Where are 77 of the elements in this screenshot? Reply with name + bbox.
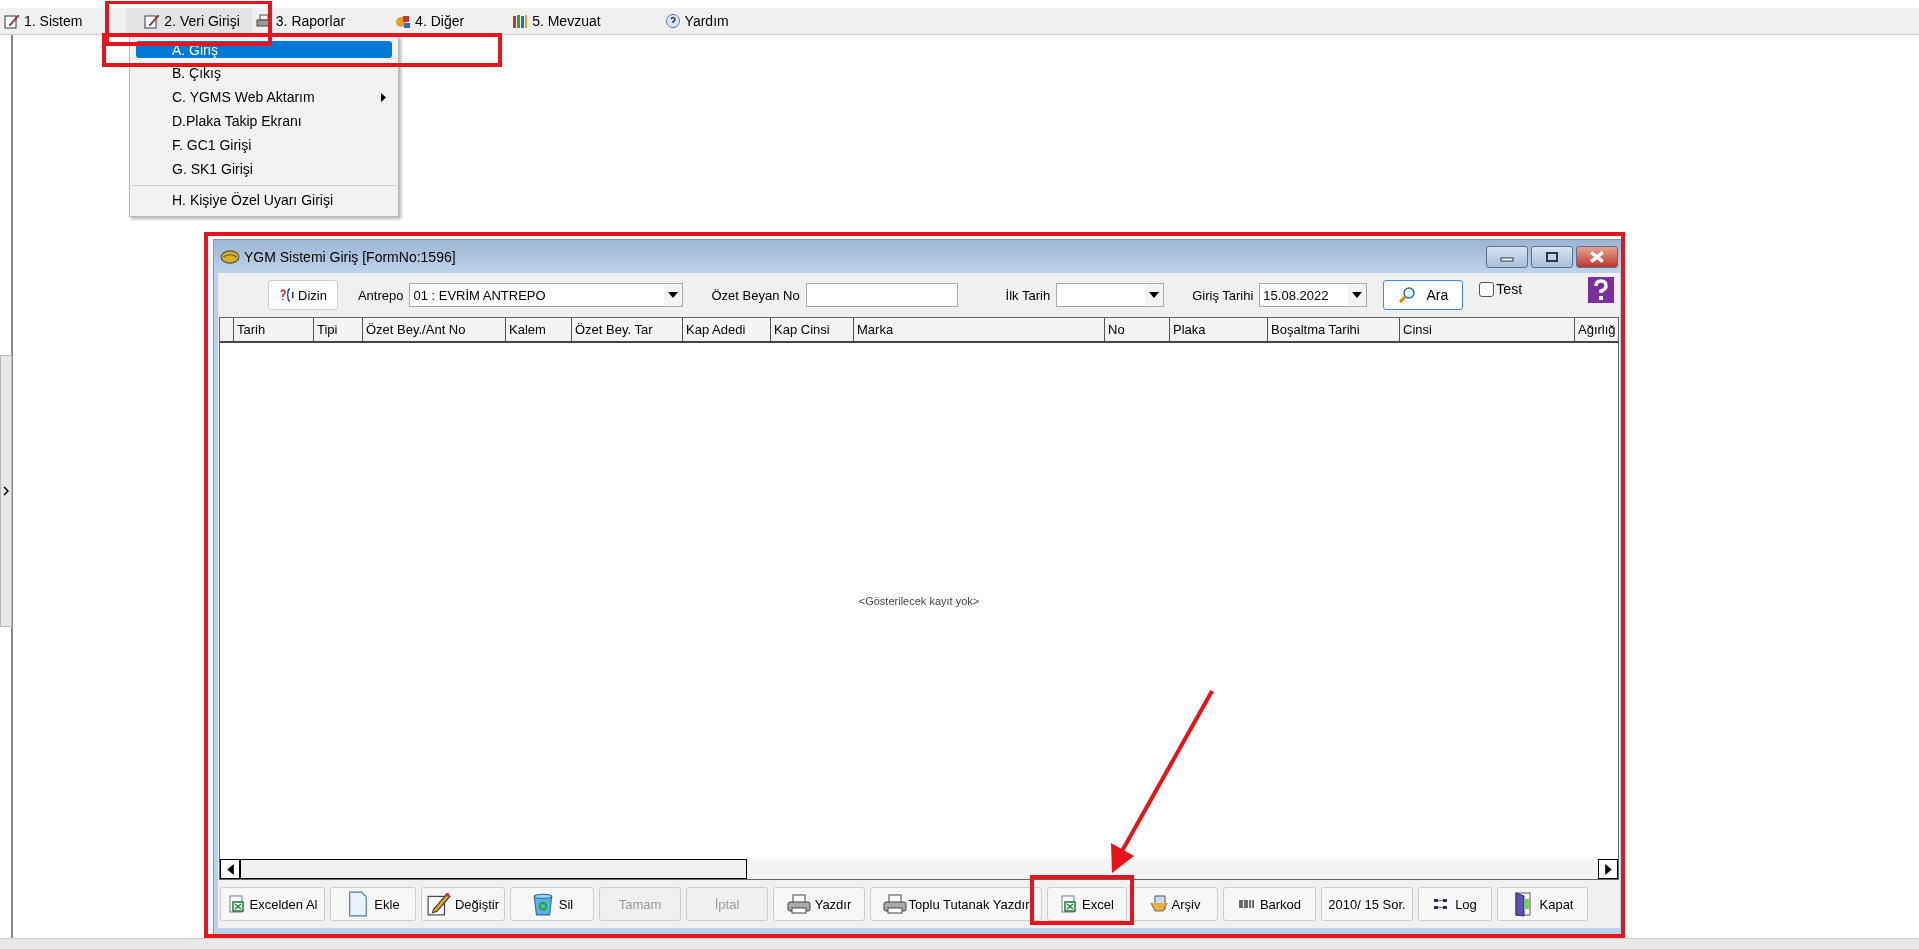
toolbar-button[interactable]: Değiştir xyxy=(421,887,505,921)
toolbar-button[interactable]: Arşiv xyxy=(1132,887,1218,921)
menu-item[interactable]: 3. Raporlar xyxy=(251,8,396,34)
test-checkbox[interactable]: Test xyxy=(1479,281,1523,297)
column-header[interactable]: Kap Cinsi xyxy=(771,318,854,341)
menu-item[interactable]: 4. Diğer xyxy=(395,8,509,34)
empty-message: <Gösterilecek kayıt yok> xyxy=(858,595,980,607)
printer-icon xyxy=(786,891,811,917)
scroll-left-icon xyxy=(226,863,234,875)
horizontal-scrollbar[interactable] xyxy=(220,859,1618,879)
menu-option[interactable]: F. GC1 Girişi xyxy=(132,133,396,157)
toolbar-button[interactable]: Excelden Al xyxy=(220,887,325,921)
close-button[interactable] xyxy=(1576,245,1618,268)
pencil-icon xyxy=(4,13,20,29)
scroll-right-icon xyxy=(1604,863,1612,875)
column-header[interactable]: Kalem xyxy=(506,318,572,341)
column-header[interactable]: Plaka xyxy=(1170,318,1268,341)
pencil-icon xyxy=(426,891,451,917)
field-label: İlk Tarih xyxy=(1005,287,1051,303)
close-icon xyxy=(1590,250,1604,263)
toolbar-button[interactable]: 2010/ 15 Sor. xyxy=(1321,887,1413,921)
toolbar-button[interactable]: Barkod xyxy=(1223,887,1316,921)
toolbar-button[interactable]: Excel xyxy=(1047,887,1127,921)
column-header[interactable]: No xyxy=(1105,318,1170,341)
menu-option[interactable]: B. Çıkış xyxy=(132,61,396,85)
menu-option[interactable]: H. Kişiye Özel Uyarı Girişi xyxy=(132,185,396,212)
menu-item[interactable]: 2. Veri Girişi xyxy=(126,8,252,34)
warehouse-dropdown[interactable]: 01 : EVRİM ANTREPO xyxy=(409,283,684,307)
toolbar-button[interactable]: Ekle xyxy=(330,887,416,921)
menu-item[interactable]: 1. Sistem xyxy=(0,8,111,34)
column-header[interactable]: Kap Adedi xyxy=(683,318,771,341)
column-header[interactable]: Cinsi xyxy=(1400,318,1575,341)
menu-item[interactable]: Yardım xyxy=(660,8,739,34)
maximize-icon xyxy=(1546,251,1558,262)
column-header[interactable]: Özet Bey./Ant No xyxy=(363,318,506,341)
menu-item[interactable]: 5. Mevzuat xyxy=(508,8,661,34)
toolbar-button[interactable]: Sil xyxy=(510,887,594,921)
field-label: Antrepo xyxy=(357,287,404,303)
summary-number-field[interactable] xyxy=(805,283,958,307)
dropdown-arrow-icon xyxy=(1352,292,1363,298)
column-header[interactable]: Tipi xyxy=(314,318,363,341)
printer-icon xyxy=(882,891,907,917)
toolbar-button[interactable]: Log xyxy=(1418,887,1492,921)
spreadsheet-icon xyxy=(1060,895,1079,913)
menu-option[interactable]: C. YGMS Web Aktarım xyxy=(132,85,396,109)
archive-icon xyxy=(1149,895,1168,913)
pencil-icon xyxy=(144,13,161,29)
window-title: YGM Sistemi Giriş [FormNo:1596] xyxy=(244,248,456,265)
question-brace-icon xyxy=(279,288,295,302)
maximize-button[interactable] xyxy=(1531,245,1573,268)
column-header[interactable]: Özet Bey. Tar xyxy=(572,318,683,341)
toolbar-button[interactable]: Yazdır xyxy=(773,887,865,921)
minimize-button[interactable] xyxy=(1486,245,1528,268)
spreadsheet-icon xyxy=(227,895,246,913)
dropdown-arrow-icon xyxy=(1149,292,1160,298)
tools-icon xyxy=(395,13,412,29)
dropdown-arrow-icon xyxy=(668,292,679,298)
field-label: Giriş Tarihi xyxy=(1192,287,1254,303)
toolbar-button[interactable]: Toplu Tutanak Yazdır xyxy=(870,887,1042,921)
column-header[interactable]: Marka xyxy=(854,318,1105,341)
toolbar-button[interactable]: Kapat xyxy=(1497,887,1588,921)
column-header[interactable]: Tarih xyxy=(234,318,314,341)
collapse-handle[interactable] xyxy=(0,355,12,627)
entry-date-dropdown[interactable]: 15.08.2022 xyxy=(1259,283,1368,307)
help-icon[interactable] xyxy=(1588,275,1614,305)
submenu-arrow-icon xyxy=(381,92,386,102)
start-date-dropdown[interactable] xyxy=(1056,283,1165,307)
menu-option[interactable]: G. SK1 Girişi xyxy=(132,157,396,181)
menu-option[interactable]: D.Plaka Takip Ekranı xyxy=(132,109,396,133)
index-button[interactable]: Dizin xyxy=(268,280,338,310)
column-header[interactable]: Boşaltma Tarihi xyxy=(1268,318,1400,341)
help-icon xyxy=(664,13,681,29)
field-label: Özet Beyan No xyxy=(711,287,800,303)
books-icon xyxy=(512,13,529,29)
column-header[interactable]: Ağırlığ xyxy=(1575,318,1618,341)
search-button[interactable]: Ara xyxy=(1383,280,1464,310)
search-icon xyxy=(1398,286,1417,304)
